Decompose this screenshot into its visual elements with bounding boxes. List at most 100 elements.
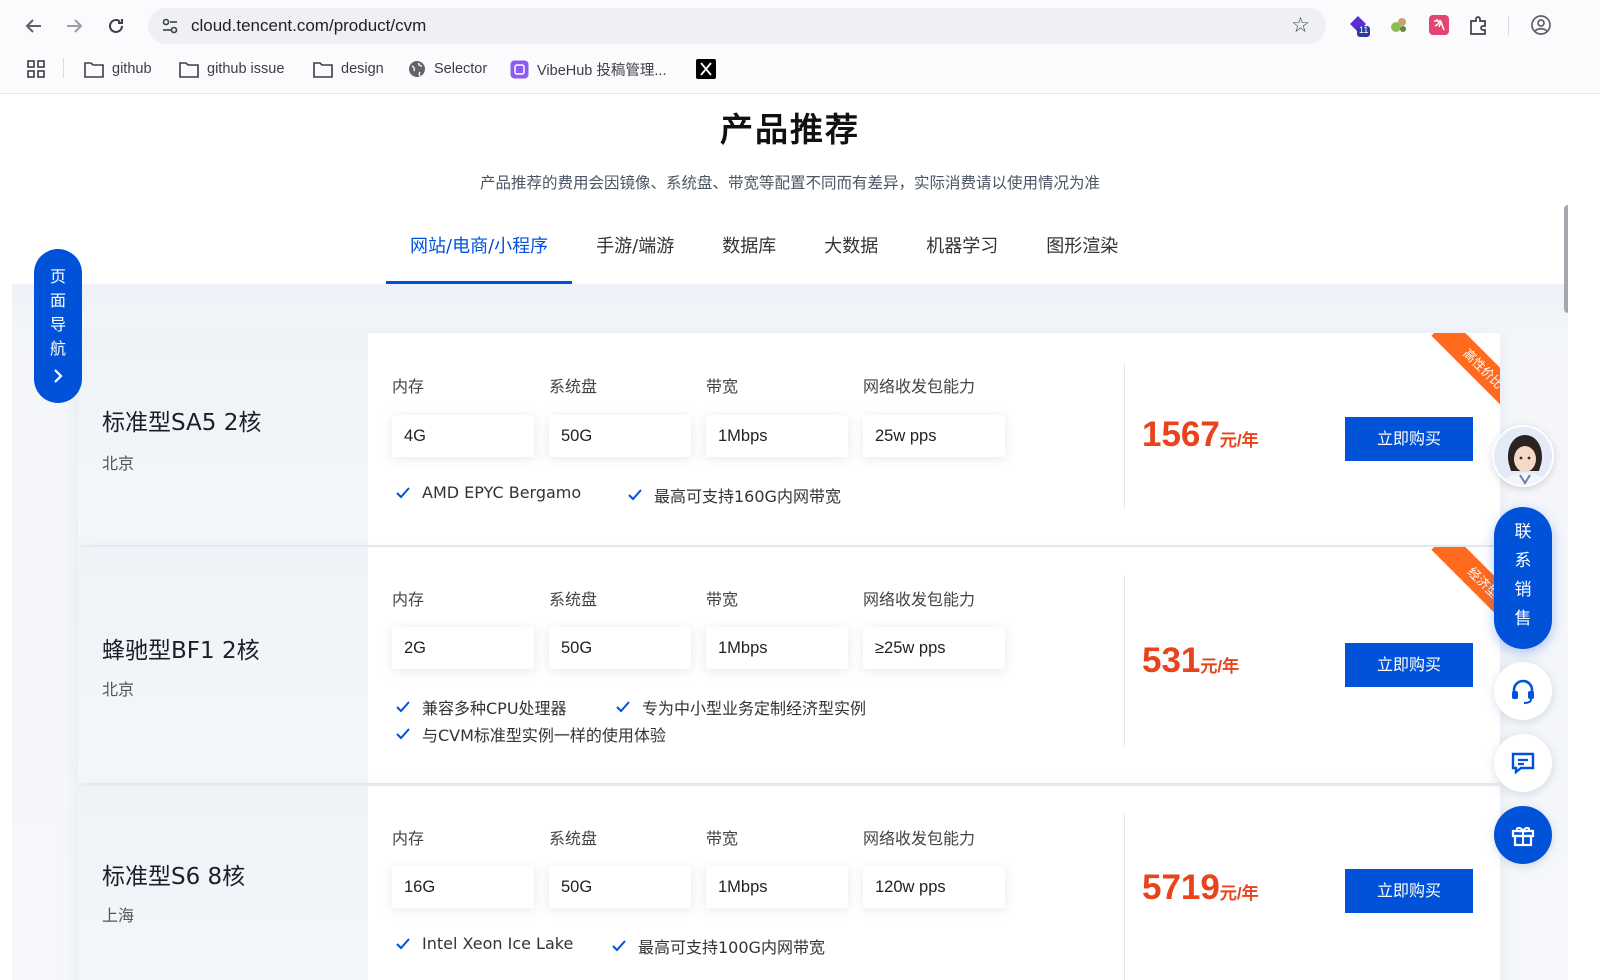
site-settings-icon[interactable] (160, 16, 180, 36)
assistant-avatar[interactable] (1492, 425, 1554, 487)
extension-badge: 11 (1359, 25, 1369, 35)
feature-item: 最高可支持160G内网带宽 (628, 483, 841, 507)
arrow-left-icon (25, 19, 41, 33)
bookmark-label: github (112, 61, 152, 77)
page-nav-char: 航 (49, 339, 66, 358)
product-card-sa5: 标准型SA5 2核 北京 内存 系统盘 带宽 网络收发包能力 4G 50G 1M… (78, 333, 1500, 545)
price: 5719元/年 (1142, 868, 1259, 908)
url-text[interactable]: cloud.tencent.com/product/cvm (191, 16, 426, 36)
extensions-puzzle-icon[interactable] (1468, 14, 1492, 38)
address-bar[interactable]: cloud.tencent.com/product/cvm ☆ (148, 8, 1326, 44)
pps-label: 网络收发包能力 (863, 829, 976, 848)
feature-text: 兼容多种CPU处理器 (422, 699, 567, 718)
extension-diamond-icon[interactable]: 11 (1346, 14, 1370, 38)
feature-text: Intel Xeon Ice Lake (422, 934, 574, 953)
buy-now-button[interactable]: 立即购买 (1345, 643, 1473, 687)
tab-machine-learning[interactable]: 机器学习 (902, 225, 1022, 285)
product-region: 北京 (102, 454, 135, 473)
bandwidth-value: 1Mbps (706, 866, 848, 908)
page-nav-char: 页 (49, 267, 66, 286)
chevron-right-icon (54, 369, 63, 383)
contact-sales-char: 售 (1514, 609, 1532, 629)
memory-label: 内存 (392, 590, 425, 609)
feature-text: 最高可支持160G内网带宽 (654, 487, 841, 506)
product-region: 北京 (102, 680, 135, 699)
reload-button[interactable] (102, 12, 130, 40)
contact-sales-char: 销 (1514, 580, 1532, 600)
check-icon (616, 701, 630, 713)
product-name: 标准型S6 8核 (102, 864, 246, 890)
feature-item: 专为中小型业务定制经济型实例 (616, 695, 866, 719)
reload-icon (109, 18, 123, 33)
tab-website[interactable]: 网站/电商/小程序 (386, 225, 573, 285)
feature-text: AMD EPYC Bergamo (422, 483, 582, 502)
price: 531元/年 (1142, 641, 1239, 681)
feature-item: 兼容多种CPU处理器 (396, 695, 567, 719)
buy-now-button[interactable]: 立即购买 (1345, 869, 1473, 913)
bookmark-design[interactable]: design (313, 58, 384, 80)
customer-service-button[interactable] (1494, 662, 1552, 720)
extension-translate-icon[interactable] (1428, 14, 1452, 38)
bookmark-star-icon[interactable]: ☆ (1291, 13, 1310, 37)
feature-text: 与CVM标准型实例一样的使用体验 (422, 726, 666, 745)
price-value: 1567 (1142, 415, 1220, 454)
ribbon-badge: 高性价比 (1413, 333, 1500, 420)
bookmark-label: VibeHub 投稿管理... (537, 62, 667, 79)
product-card-s6: 标准型S6 8核 上海 内存 系统盘 带宽 网络收发包能力 16G 50G 1M… (78, 786, 1500, 980)
check-icon (612, 940, 626, 952)
price-value: 5719 (1142, 868, 1220, 907)
price-unit: 元/年 (1219, 431, 1259, 450)
buy-now-button[interactable]: 立即购买 (1345, 417, 1473, 461)
ribbon-text: 经济型 (1431, 547, 1500, 634)
message-icon (1511, 752, 1535, 775)
bookmark-x[interactable] (696, 58, 724, 80)
globe-icon (409, 61, 425, 77)
extension-puzzle-green-icon[interactable] (1388, 14, 1412, 38)
product-card-bf1: 蜂驰型BF1 2核 北京 内存 系统盘 带宽 网络收发包能力 2G 50G 1M… (78, 547, 1500, 783)
bookmark-vibehub[interactable]: VibeHub 投稿管理... (510, 58, 666, 80)
apps-grid-icon[interactable] (26, 58, 54, 80)
tab-database[interactable]: 数据库 (698, 225, 800, 285)
category-tabs: 网站/电商/小程序 手游/端游 数据库 大数据 机器学习 图形渲染 (386, 225, 1142, 285)
check-icon (628, 489, 642, 501)
back-button[interactable] (20, 12, 48, 40)
forward-button[interactable] (60, 12, 88, 40)
page-title: 产品推荐 (720, 110, 860, 149)
bookmark-selector[interactable]: Selector (408, 58, 487, 80)
tab-games[interactable]: 手游/端游 (572, 225, 698, 285)
browser-chrome: cloud.tencent.com/product/cvm ☆ 11 githu… (0, 0, 1600, 94)
tab-graphics-rendering[interactable]: 图形渲染 (1022, 225, 1142, 285)
bookmark-github-issue[interactable]: github issue (179, 58, 284, 80)
disk-value: 50G (549, 627, 691, 669)
ribbon-badge: 经济型 (1413, 547, 1500, 634)
disk-label: 系统盘 (549, 829, 598, 848)
feedback-button[interactable] (1494, 734, 1552, 792)
page-scrollbar[interactable] (1564, 205, 1568, 313)
feature-item: Intel Xeon Ice Lake (396, 934, 573, 953)
pps-label: 网络收发包能力 (863, 377, 976, 396)
disk-label: 系统盘 (549, 377, 598, 396)
price-unit: 元/年 (1200, 657, 1240, 676)
price-unit: 元/年 (1219, 884, 1259, 903)
page-nav-label: 页 面 导 航 (34, 265, 82, 361)
page-nav-button[interactable]: 页 面 导 航 (34, 249, 82, 403)
contact-sales-button[interactable]: 联 系 销 售 (1494, 507, 1552, 649)
bookmark-label: github issue (207, 61, 285, 77)
memory-value: 2G (392, 627, 534, 669)
card-divider (1124, 814, 1125, 980)
profile-icon[interactable] (1530, 14, 1554, 38)
bandwidth-label: 带宽 (706, 377, 739, 396)
feature-text: 最高可支持100G内网带宽 (638, 938, 825, 957)
memory-label: 内存 (392, 377, 425, 396)
gift-button[interactable] (1494, 806, 1552, 864)
card-divider (1124, 575, 1125, 747)
pps-value: ≥25w pps (863, 627, 1005, 669)
x-logo-icon (696, 59, 716, 79)
product-name: 蜂驰型BF1 2核 (102, 638, 260, 664)
pps-value: 25w pps (863, 415, 1005, 457)
tab-big-data[interactable]: 大数据 (800, 225, 902, 285)
bookmarks-divider (63, 58, 64, 78)
card-summary (78, 547, 368, 783)
folder-icon (313, 61, 333, 78)
bookmark-github[interactable]: github (84, 58, 152, 80)
